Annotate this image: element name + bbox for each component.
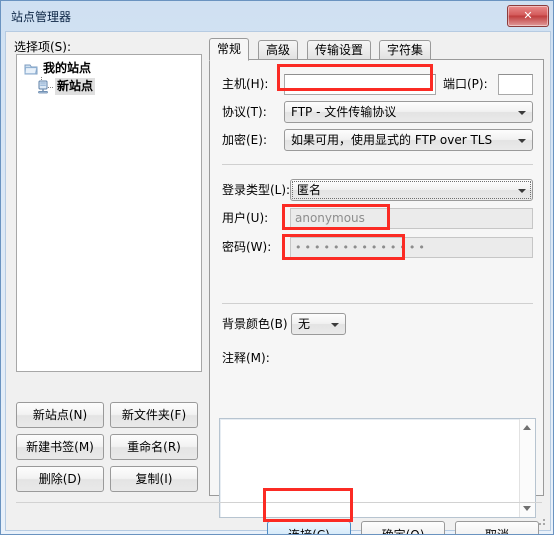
window-title: 站点管理器 <box>11 10 72 24</box>
connect-button[interactable]: 连接(C) <box>267 521 351 534</box>
new-folder-button[interactable]: 新文件夹(F) <box>110 402 198 428</box>
new-site-button[interactable]: 新站点(N) <box>16 402 104 428</box>
comments-label: 注释(M): <box>222 351 270 365</box>
title-bar: 站点管理器 ✕ <box>1 1 553 31</box>
comments-textarea[interactable] <box>219 418 536 518</box>
tab-page-general: 主机(H): 端口(P): 协议(T): FTP - 文件传输协议 加密(E):… <box>209 59 544 518</box>
scroll-down-icon[interactable] <box>523 506 531 511</box>
port-label: 端口(P): <box>443 77 488 91</box>
cancel-button[interactable]: 取消 <box>455 521 539 534</box>
protocol-label: 协议(T): <box>222 105 267 119</box>
delete-button[interactable]: 删除(D) <box>16 466 104 492</box>
tree-item-new-site[interactable]: 新站点 <box>35 78 96 95</box>
close-icon[interactable]: ✕ <box>507 5 549 27</box>
background-color-label: 背景颜色(B) <box>222 317 288 331</box>
logon-type-value: 匿名 <box>297 183 322 197</box>
protocol-value: FTP - 文件传输协议 <box>291 105 397 119</box>
resize-grip[interactable] <box>535 515 547 527</box>
dialog-client-area: 选择项(S): 我的站点 新站点 新站点(N) 新文件夹(F) 新建书签(M) … <box>5 31 551 534</box>
user-label: 用户(U): <box>222 211 269 225</box>
rename-button[interactable]: 重命名(R) <box>110 434 198 460</box>
encryption-label: 加密(E): <box>222 133 267 147</box>
logon-type-select[interactable]: 匿名 <box>290 179 533 201</box>
chevron-down-icon <box>518 111 526 115</box>
password-label: 密码(W): <box>222 240 272 254</box>
ok-button[interactable]: 确定(O) <box>361 521 445 534</box>
comments-container <box>219 418 536 523</box>
scroll-up-icon[interactable] <box>523 425 531 430</box>
encryption-select[interactable]: 如果可用，使用显式的 FTP over TLS <box>284 129 533 151</box>
background-color-value: 无 <box>298 317 311 331</box>
chevron-down-icon <box>518 189 526 193</box>
host-input[interactable] <box>284 74 436 95</box>
tab-charset[interactable]: 字符集 <box>379 40 432 60</box>
background-color-select[interactable]: 无 <box>291 313 346 335</box>
new-bookmark-button[interactable]: 新建书签(M) <box>16 434 104 460</box>
port-input[interactable] <box>498 74 533 95</box>
divider-credentials <box>222 164 533 165</box>
duplicate-button[interactable]: 复制(I) <box>110 466 198 492</box>
user-input[interactable]: anonymous <box>290 208 533 229</box>
chevron-down-icon <box>518 139 526 143</box>
tree-item-label: 新站点 <box>55 78 96 95</box>
site-manager-dialog: 站点管理器 ✕ 选择项(S): 我的站点 新站点 新站点(N) 新文件夹(F) … <box>0 0 554 535</box>
site-tree[interactable]: 我的站点 新站点 <box>16 54 202 372</box>
tree-item-my-sites[interactable]: 我的站点 <box>23 60 91 77</box>
footer-divider <box>16 502 542 503</box>
password-input[interactable]: •••••••••••••• <box>290 237 533 258</box>
chevron-down-icon <box>331 323 339 327</box>
encryption-value: 如果可用，使用显式的 FTP over TLS <box>291 133 493 147</box>
logon-type-label: 登录类型(L): <box>222 183 291 197</box>
tab-general[interactable]: 常规 <box>209 38 250 61</box>
tree-item-label: 我的站点 <box>43 61 92 75</box>
tab-transfer-settings[interactable]: 传输设置 <box>307 40 372 60</box>
select-entry-label: 选择项(S): <box>14 40 72 54</box>
protocol-select[interactable]: FTP - 文件传输协议 <box>284 101 533 123</box>
server-icon <box>35 79 51 95</box>
tab-advanced[interactable]: 高级 <box>258 40 299 60</box>
folder-icon <box>23 61 39 77</box>
host-label: 主机(H): <box>222 77 269 91</box>
divider-appearance <box>222 303 533 304</box>
tab-strip: 常规 高级 传输设置 字符集 <box>209 38 544 61</box>
